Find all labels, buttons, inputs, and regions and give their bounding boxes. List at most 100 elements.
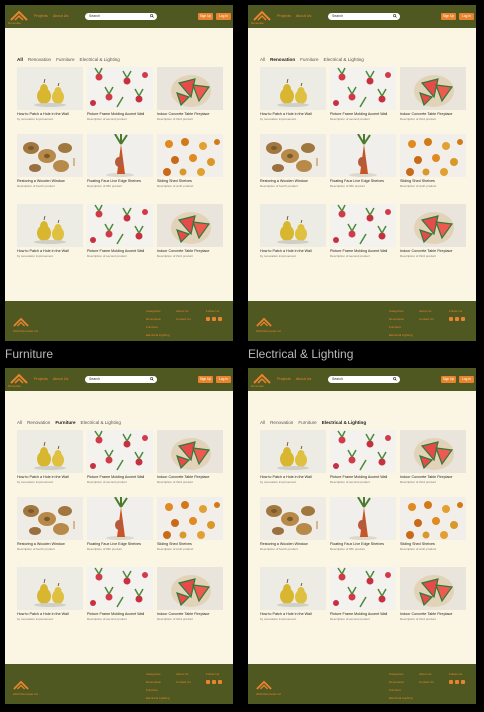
product-card[interactable]: Sliding Shed Shelves Description of sixt… bbox=[157, 134, 223, 188]
login-button[interactable]: Log In bbox=[216, 13, 231, 20]
product-card[interactable]: Indoor Concrete Table Fireplace Descript… bbox=[157, 204, 223, 258]
product-card[interactable]: Picture Frame Molding Accent Wall Descri… bbox=[87, 67, 153, 121]
nav-projects[interactable]: Projects bbox=[277, 377, 291, 381]
login-button[interactable]: Log In bbox=[459, 13, 474, 20]
footer-link[interactable]: Electrical Lighting bbox=[389, 696, 413, 700]
twitter-icon[interactable] bbox=[461, 680, 465, 684]
facebook-icon[interactable] bbox=[206, 680, 210, 684]
instagram-icon[interactable] bbox=[212, 680, 216, 684]
footer-link[interactable]: Furniture bbox=[389, 688, 413, 692]
product-card[interactable]: Floating Faux Live Edge Shelves Descript… bbox=[87, 134, 153, 188]
product-card[interactable]: Indoor Concrete Table Fireplace Descript… bbox=[157, 430, 223, 484]
tab-0[interactable]: All bbox=[17, 420, 22, 425]
tab-3[interactable]: Electrical & Lighting bbox=[81, 420, 121, 425]
product-card[interactable]: Sliding Shed Shelves Description of sixt… bbox=[400, 134, 466, 188]
footer-link[interactable]: Renovation bbox=[146, 680, 170, 684]
tab-2[interactable]: Furniture bbox=[55, 420, 75, 425]
facebook-icon[interactable] bbox=[449, 680, 453, 684]
product-card[interactable]: How to Patch a Hole in the Wall by renov… bbox=[17, 67, 83, 121]
product-card[interactable]: Picture Frame Molding Accent Wall Descri… bbox=[330, 567, 396, 621]
product-card[interactable]: How to Patch a Hole in the Wall by renov… bbox=[260, 67, 326, 121]
footer-link[interactable]: Electrical Lighting bbox=[389, 333, 413, 337]
tab-3[interactable]: Electrical & Lighting bbox=[322, 420, 366, 425]
product-card[interactable]: Picture Frame Molding Accent Wall Descri… bbox=[87, 430, 153, 484]
product-card[interactable]: How to Patch a Hole in the Wall by renov… bbox=[260, 567, 326, 621]
instagram-icon[interactable] bbox=[455, 680, 459, 684]
facebook-icon[interactable] bbox=[449, 317, 453, 321]
product-card[interactable]: Sliding Shed Shelves Description of sixt… bbox=[400, 497, 466, 551]
product-card[interactable]: Indoor Concrete Table Fireplace Descript… bbox=[400, 567, 466, 621]
product-card[interactable]: Indoor Concrete Table Fireplace Descript… bbox=[400, 204, 466, 258]
footer-link[interactable]: Furniture bbox=[389, 325, 413, 329]
login-button[interactable]: Log In bbox=[216, 376, 231, 383]
nav-about[interactable]: About Us bbox=[296, 377, 312, 381]
instagram-icon[interactable] bbox=[212, 317, 216, 321]
footer-link[interactable]: Renovation bbox=[146, 317, 170, 321]
nav-projects[interactable]: Projects bbox=[34, 14, 48, 18]
product-card[interactable]: Indoor Concrete Table Fireplace Descript… bbox=[157, 567, 223, 621]
product-card[interactable]: Floating Faux Live Edge Shelves Descript… bbox=[330, 134, 396, 188]
product-card[interactable]: Restoring a Wooden Window Description of… bbox=[260, 134, 326, 188]
tab-0[interactable]: All bbox=[17, 57, 23, 62]
tab-2[interactable]: Furniture bbox=[300, 57, 318, 62]
product-card[interactable]: Picture Frame Molding Accent Wall Descri… bbox=[330, 430, 396, 484]
footer-link[interactable]: Renovation bbox=[389, 680, 413, 684]
signup-button[interactable]: Sign Up bbox=[198, 13, 213, 20]
product-card[interactable]: Restoring a Wooden Window Description of… bbox=[260, 497, 326, 551]
product-card[interactable]: Indoor Concrete Table Fireplace Descript… bbox=[157, 67, 223, 121]
product-card[interactable]: How to Patch a Hole in the Wall by renov… bbox=[260, 430, 326, 484]
footer-link[interactable]: Contact Us bbox=[419, 680, 434, 684]
product-card[interactable]: Picture Frame Molding Accent Wall Descri… bbox=[330, 204, 396, 258]
product-card[interactable]: Picture Frame Molding Accent Wall Descri… bbox=[87, 204, 153, 258]
footer-link[interactable]: Furniture bbox=[146, 325, 170, 329]
product-card[interactable]: Indoor Concrete Table Fireplace Descript… bbox=[400, 67, 466, 121]
footer-link[interactable]: Contact Us bbox=[176, 317, 191, 321]
footer-link[interactable]: Renovation bbox=[389, 317, 413, 321]
product-card[interactable]: How to Patch a Hole in the Wall by renov… bbox=[17, 204, 83, 258]
login-button[interactable]: Log In bbox=[459, 376, 474, 383]
nav-projects[interactable]: Projects bbox=[277, 14, 291, 18]
product-card[interactable]: Picture Frame Molding Accent Wall Descri… bbox=[330, 67, 396, 121]
facebook-icon[interactable] bbox=[206, 317, 210, 321]
product-card[interactable]: Sliding Shed Shelves Description of sixt… bbox=[157, 497, 223, 551]
product-card[interactable]: Picture Frame Molding Accent Wall Descri… bbox=[87, 567, 153, 621]
nav-about[interactable]: About Us bbox=[296, 14, 312, 18]
tab-3[interactable]: Electrical & Lighting bbox=[324, 57, 364, 62]
product-card[interactable]: Indoor Concrete Table Fireplace Descript… bbox=[400, 430, 466, 484]
product-card[interactable]: How to Patch a Hole in the Wall by renov… bbox=[17, 567, 83, 621]
signup-button[interactable]: Sign Up bbox=[441, 376, 456, 383]
footer-link[interactable]: Furniture bbox=[146, 688, 170, 692]
search-input[interactable]: Search bbox=[85, 376, 157, 383]
product-card[interactable]: Restoring a Wooden Window Description of… bbox=[17, 497, 83, 551]
tab-3[interactable]: Electrical & Lighting bbox=[80, 57, 120, 62]
search-input[interactable]: Search bbox=[85, 13, 157, 20]
signup-button[interactable]: Sign Up bbox=[198, 376, 213, 383]
tab-1[interactable]: Renovation bbox=[270, 57, 295, 62]
tab-0[interactable]: All bbox=[260, 420, 265, 425]
nav-about[interactable]: About Us bbox=[53, 377, 69, 381]
nav-about[interactable]: About Us bbox=[53, 14, 69, 18]
twitter-icon[interactable] bbox=[461, 317, 465, 321]
product-card[interactable]: How to Patch a Hole in the Wall by renov… bbox=[17, 430, 83, 484]
product-card[interactable]: Floating Faux Live Edge Shelves Descript… bbox=[330, 497, 396, 551]
twitter-icon[interactable] bbox=[218, 680, 222, 684]
tab-1[interactable]: Renovation bbox=[27, 420, 50, 425]
nav-projects[interactable]: Projects bbox=[34, 377, 48, 381]
product-card[interactable]: Floating Faux Live Edge Shelves Descript… bbox=[87, 497, 153, 551]
signup-button[interactable]: Sign Up bbox=[441, 13, 456, 20]
tab-1[interactable]: Renovation bbox=[270, 420, 293, 425]
tab-2[interactable]: Furniture bbox=[298, 420, 316, 425]
footer-link[interactable]: Contact Us bbox=[176, 680, 191, 684]
instagram-icon[interactable] bbox=[455, 317, 459, 321]
tab-1[interactable]: Renovation bbox=[28, 57, 51, 62]
footer-link[interactable]: Electrical Lighting bbox=[146, 333, 170, 337]
tab-0[interactable]: All bbox=[260, 57, 265, 62]
twitter-icon[interactable] bbox=[218, 317, 222, 321]
search-input[interactable]: Search bbox=[328, 376, 400, 383]
footer-link[interactable]: Electrical Lighting bbox=[146, 696, 170, 700]
product-card[interactable]: How to Patch a Hole in the Wall by renov… bbox=[260, 204, 326, 258]
footer-link[interactable]: Contact Us bbox=[419, 317, 434, 321]
search-input[interactable]: Search bbox=[328, 13, 400, 20]
product-card[interactable]: Restoring a Wooden Window Description of… bbox=[17, 134, 83, 188]
tab-2[interactable]: Furniture bbox=[56, 57, 74, 62]
